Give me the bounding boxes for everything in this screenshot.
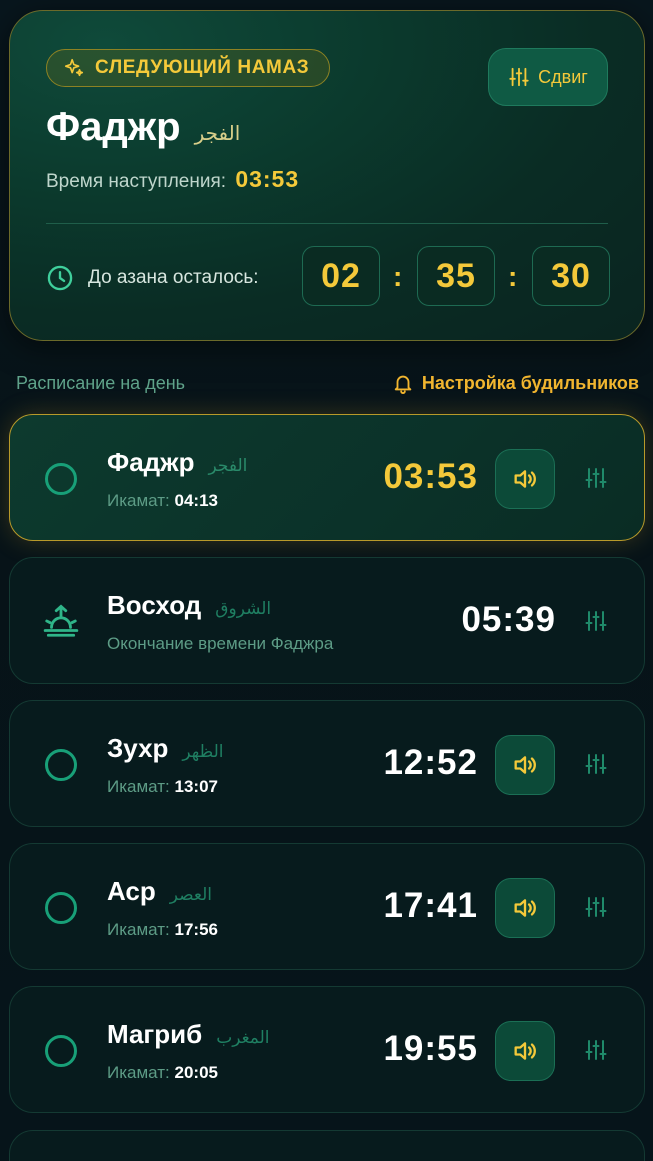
prayer-name: Зухр bbox=[107, 733, 169, 763]
next-prayer-time-value: 03:53 bbox=[235, 166, 300, 192]
prayer-name: Магриб bbox=[107, 1019, 203, 1049]
prayer-name-line: Аср العصر bbox=[107, 876, 212, 907]
tune-icon[interactable] bbox=[584, 466, 608, 490]
iqamah-time: 04:13 bbox=[174, 491, 218, 510]
next-prayer-badge: СЛЕДУЮЩИЙ НАМАЗ bbox=[46, 49, 331, 87]
adhan-sound-button[interactable] bbox=[495, 735, 555, 795]
prayer-name-arabic: الشروق bbox=[215, 599, 272, 619]
countdown-hours: 02 bbox=[302, 246, 380, 306]
countdown-separator: : bbox=[393, 261, 403, 292]
countdown-label-row: До азана осталось: bbox=[46, 264, 259, 292]
prayer-row-sunrise[interactable]: Восход الشروق Окончание времени Фаджра 0… bbox=[9, 557, 645, 684]
sparkle-icon bbox=[64, 58, 84, 77]
schedule-title: Расписание на день bbox=[16, 373, 186, 393]
clock-icon bbox=[47, 265, 73, 291]
countdown-label: До азана осталось: bbox=[88, 267, 259, 288]
tune-icon[interactable] bbox=[584, 895, 608, 919]
prayer-name-line: Магриб المغرب bbox=[107, 1019, 270, 1050]
countdown-minutes: 35 bbox=[417, 246, 495, 306]
countdown-seconds: 30 bbox=[532, 246, 610, 306]
bell-icon bbox=[394, 375, 412, 394]
iqamah-label: Икамат: bbox=[107, 777, 170, 796]
prayer-time: 19:55 bbox=[383, 1029, 478, 1068]
sunrise-icon bbox=[43, 604, 79, 637]
prayer-name: Фаджр bbox=[107, 447, 195, 477]
prayer-name-line: Фаджр الفجر bbox=[107, 447, 247, 478]
prayer-check-circle[interactable] bbox=[45, 1035, 77, 1067]
prayer-row-partial[interactable] bbox=[9, 1130, 645, 1161]
prayer-time: 17:41 bbox=[383, 886, 478, 925]
iqamah-label: Икамат: bbox=[107, 1063, 170, 1082]
countdown-separator: : bbox=[508, 261, 518, 292]
prayer-time: 12:52 bbox=[383, 743, 478, 782]
iqamah-label: Икамат: bbox=[107, 491, 170, 510]
divider bbox=[46, 223, 608, 224]
prayer-name-arabic: الفجر bbox=[208, 456, 248, 476]
adhan-sound-button[interactable] bbox=[495, 1021, 555, 1081]
iqamah-line: Икамат: 20:05 bbox=[107, 1063, 218, 1083]
iqamah-line: Икамат: 13:07 bbox=[107, 777, 218, 797]
prayer-row-dhuhr[interactable]: Зухр الظهر Икамат: 13:07 12:52 bbox=[9, 700, 645, 827]
prayer-time: 03:53 bbox=[383, 457, 478, 496]
iqamah-label: Икамат: bbox=[107, 920, 170, 939]
iqamah-time: 13:07 bbox=[174, 777, 218, 796]
prayer-check-circle[interactable] bbox=[45, 749, 77, 781]
tune-icon[interactable] bbox=[584, 752, 608, 776]
next-prayer-name: Фаджр bbox=[46, 105, 181, 149]
iqamah-line: Икамат: 17:56 bbox=[107, 920, 218, 940]
next-prayer-name-arabic: الفجر bbox=[194, 121, 241, 145]
prayer-name-line: Зухр الظهر bbox=[107, 733, 224, 764]
next-prayer-card: СЛЕДУЮЩИЙ НАМАЗ Сдвиг Фаджр الفجر Время … bbox=[9, 10, 645, 341]
shift-button[interactable]: Сдвиг bbox=[488, 48, 608, 106]
speaker-icon bbox=[514, 756, 536, 774]
tune-icon[interactable] bbox=[584, 1038, 608, 1062]
speaker-icon bbox=[514, 470, 536, 488]
prayer-name-arabic: الظهر bbox=[182, 742, 224, 762]
sunrise-note: Окончание времени Фаджра bbox=[107, 634, 334, 653]
prayer-check-circle[interactable] bbox=[45, 892, 77, 924]
alarm-settings-label: Настройка будильников bbox=[421, 372, 639, 393]
iqamah-time: 17:56 bbox=[174, 920, 218, 939]
iqamah-time: 20:05 bbox=[174, 1063, 218, 1082]
prayer-name: Аср bbox=[107, 876, 156, 906]
prayer-row-maghrib[interactable]: Магриб المغرب Икамат: 20:05 19:55 bbox=[9, 986, 645, 1113]
speaker-icon bbox=[514, 1042, 536, 1060]
prayer-name-arabic: العصر bbox=[169, 885, 213, 905]
prayer-row-fajr[interactable]: Фаджр الفجر Икамат: 04:13 03:53 bbox=[9, 414, 645, 541]
iqamah-line: Икамат: 04:13 bbox=[107, 491, 218, 511]
tune-icon bbox=[509, 67, 529, 87]
badge-label: СЛЕДУЮЩИЙ НАМАЗ bbox=[95, 57, 310, 78]
prayer-time: 05:39 bbox=[461, 600, 556, 639]
alarm-settings-link[interactable]: Настройка будильников bbox=[392, 372, 639, 394]
prayer-name: Восход bbox=[107, 590, 202, 620]
next-prayer-title: Фаджр الفجر bbox=[46, 105, 240, 150]
next-prayer-time-label: Время наступления: bbox=[46, 171, 227, 192]
adhan-sound-button[interactable] bbox=[495, 878, 555, 938]
adhan-sound-button[interactable] bbox=[495, 449, 555, 509]
prayer-check-circle[interactable] bbox=[45, 463, 77, 495]
prayer-name-line: Восход الشروق bbox=[107, 590, 271, 621]
shift-button-label: Сдвиг bbox=[538, 66, 588, 87]
speaker-icon bbox=[514, 899, 536, 917]
next-prayer-time-row: Время наступления: 03:53 bbox=[46, 166, 299, 193]
tune-icon[interactable] bbox=[584, 609, 608, 633]
prayer-name-arabic: المغرب bbox=[216, 1028, 270, 1048]
prayer-row-asr[interactable]: Аср العصر Икамат: 17:56 17:41 bbox=[9, 843, 645, 970]
